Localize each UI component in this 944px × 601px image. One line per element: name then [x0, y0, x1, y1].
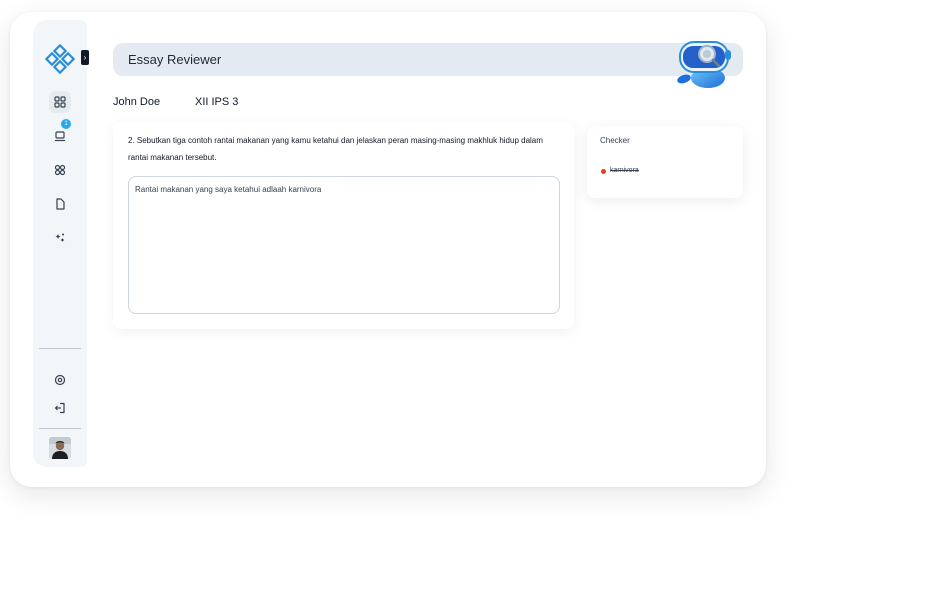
logout-icon	[54, 402, 65, 414]
error-status-dot	[601, 169, 606, 174]
settings-icon	[54, 374, 66, 386]
checker-item[interactable]: karnivora	[610, 167, 639, 174]
nav-item-classes[interactable]: 1	[49, 119, 71, 147]
answer-text: Rantai makanan yang saya ketahui adlaah …	[135, 185, 322, 194]
nav-item-settings[interactable]	[49, 369, 71, 391]
avatar[interactable]	[49, 437, 71, 459]
nav-item-documents[interactable]	[49, 193, 71, 215]
apps-icon	[54, 164, 66, 176]
page-title: Essay Reviewer	[128, 52, 222, 67]
checker-title: Checker	[600, 136, 630, 145]
sidebar: › 1	[33, 20, 89, 467]
nav-item-ai[interactable]	[49, 227, 71, 249]
sparkle-icon	[55, 233, 65, 242]
nav-item-apps[interactable]	[49, 159, 71, 181]
student-class: XII IPS 3	[195, 96, 239, 108]
grid-icon	[54, 96, 66, 108]
sidebar-divider	[39, 428, 81, 429]
checker-panel: Checker karnivora	[587, 126, 743, 198]
notification-badge: 1	[61, 119, 71, 129]
nav-item-dashboard[interactable]	[49, 91, 71, 113]
robot-mascot-icon	[672, 38, 736, 94]
question-card: 2. Sebutkan tiga contoh rantai makanan y…	[113, 122, 574, 329]
logo-icon	[44, 43, 76, 75]
answer-input[interactable]: Rantai makanan yang saya ketahui adlaah …	[128, 176, 560, 314]
question-text: 2. Sebutkan tiga contoh rantai makanan y…	[128, 136, 543, 162]
page-header: Essay Reviewer	[113, 43, 743, 76]
laptop-icon	[55, 131, 65, 142]
sidebar-divider	[39, 348, 81, 349]
document-icon	[56, 198, 65, 210]
chevron-right-icon[interactable]: ›	[81, 50, 89, 65]
student-name: John Doe	[113, 96, 161, 108]
nav-item-logout[interactable]	[49, 397, 71, 419]
